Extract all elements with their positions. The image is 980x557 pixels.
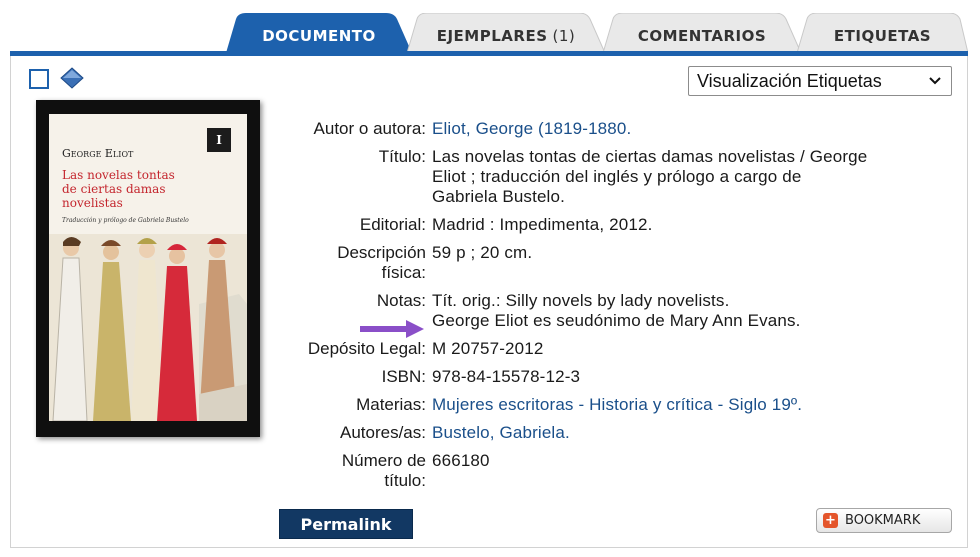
record-tabs: DOCUMENTO EJEMPLARES (1) COMENTARIOS ETIQ… — [226, 13, 968, 53]
record-row-description: Descripción física: 59 p ; 20 cm. — [270, 243, 960, 283]
arrow-right-icon — [360, 320, 424, 338]
record-row-authors: Autores/as: Bustelo, Gabriela. — [270, 423, 960, 443]
field-value-line: George Eliot es seudónimo de Mary Ann Ev… — [432, 311, 801, 330]
record-row-isbn: ISBN: 978-84-15578-12-3 — [270, 367, 960, 387]
field-value: 978-84-15578-12-3 — [432, 367, 581, 386]
tab-label: ETIQUETAS — [833, 27, 932, 45]
field-label-line: Descripción — [337, 243, 426, 262]
view-select[interactable]: Visualización Etiquetas — [688, 66, 952, 96]
field-value: Madrid : Impedimenta, 2012. — [432, 215, 653, 234]
field-label-line: Número de — [341, 451, 426, 470]
field-label: Descripción física: — [270, 243, 432, 283]
chevron-down-icon — [929, 77, 941, 85]
plus-icon: + — [823, 513, 838, 528]
cover-title-line: Las novelas tontas — [62, 168, 175, 182]
field-label-line: título: — [384, 471, 426, 490]
record-row-legal-deposit: Depósito Legal: M 20757-2012 — [270, 339, 960, 359]
field-label: Autores/as: — [340, 423, 426, 442]
record-row-publisher: Editorial: Madrid : Impedimenta, 2012. — [270, 215, 960, 235]
cover-page: I George Eliot Las novelas tontas de cie… — [49, 114, 247, 421]
cover-subtitle: Traducción y prólogo de Gabriela Bustelo — [62, 217, 189, 224]
field-label: Autor o autora: — [313, 119, 426, 138]
record-row-subjects: Materias: Mujeres escritoras - Historia … — [270, 395, 960, 415]
field-value: M 20757-2012 — [432, 339, 544, 358]
field-value-line: Las novelas tontas de ciertas damas nove… — [432, 147, 868, 166]
field-value-line: Gabriela Bustelo. — [432, 187, 565, 206]
bookmark-button[interactable]: + BOOKMARK — [816, 508, 952, 533]
field-label: Número de título: — [270, 451, 432, 491]
bookmark-label: BOOKMARK — [845, 513, 921, 528]
author-link[interactable]: Eliot, George (1819-1880. — [432, 119, 960, 139]
record-row-title-number: Número de título: 666180 — [270, 451, 960, 491]
field-label: Título: — [378, 147, 426, 166]
tab-label-group: EJEMPLARES (1) — [437, 21, 576, 45]
tab-count: (1) — [552, 27, 576, 45]
secondary-author-link[interactable]: Bustelo, Gabriela. — [432, 423, 960, 443]
field-value-line: Eliot ; traducción del inglés y prólogo … — [432, 167, 802, 186]
tab-documento[interactable]: DOCUMENTO — [226, 13, 412, 53]
tab-label: DOCUMENTO — [262, 27, 376, 45]
field-label-line: física: — [381, 263, 426, 282]
field-label: Depósito Legal: — [307, 339, 426, 358]
field-label: ISBN: — [381, 367, 426, 386]
cover-illustration — [49, 234, 247, 421]
tab-label: EJEMPLARES — [436, 27, 548, 45]
book-cover[interactable]: I George Eliot Las novelas tontas de cie… — [36, 100, 260, 437]
field-label: Materias: — [356, 395, 426, 414]
tab-ejemplares[interactable]: EJEMPLARES (1) — [407, 13, 605, 53]
record-row-title: Título: Las novelas tontas de ciertas da… — [270, 147, 960, 207]
field-value-line: Tít. orig.: Silly novels by lady novelis… — [432, 291, 730, 310]
publisher-logo: I — [207, 128, 231, 152]
cover-title-line: de ciertas damas novelistas — [62, 182, 166, 210]
tab-comentarios[interactable]: COMENTARIOS — [603, 13, 801, 53]
subjects-link[interactable]: Mujeres escritoras - Historia y crítica … — [432, 395, 960, 415]
field-value: 59 p ; 20 cm. — [432, 243, 533, 262]
field-value-title: Las novelas tontas de ciertas damas nove… — [432, 147, 960, 207]
cover-author: George Eliot — [62, 147, 134, 160]
record-details: Autor o autora: Eliot, George (1819-1880… — [270, 119, 960, 491]
tab-etiquetas[interactable]: ETIQUETAS — [797, 13, 968, 53]
record-row-author: Autor o autora: Eliot, George (1819-1880… — [270, 119, 960, 139]
field-value: 666180 — [432, 451, 490, 470]
field-label: Editorial: — [359, 215, 426, 234]
select-checkbox[interactable] — [29, 69, 49, 89]
field-value-notes: Tít. orig.: Silly novels by lady novelis… — [432, 291, 960, 331]
tag-icon[interactable] — [60, 67, 84, 89]
permalink-button[interactable]: Permalink — [279, 509, 413, 539]
tab-label: COMENTARIOS — [637, 27, 767, 45]
view-select-value: Visualización Etiquetas — [697, 70, 882, 91]
cover-title: Las novelas tontas de ciertas damas nove… — [62, 168, 227, 210]
